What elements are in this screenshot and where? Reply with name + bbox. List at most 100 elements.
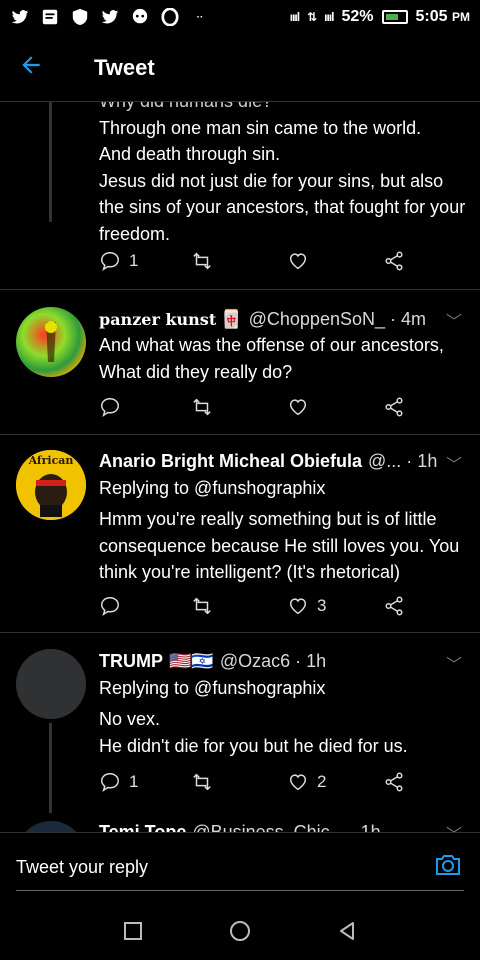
- square-icon: [124, 922, 143, 940]
- chevron-down-icon[interactable]: ﹀: [446, 651, 462, 675]
- avatar[interactable]: [16, 649, 86, 719]
- share-icon: [385, 397, 403, 417]
- circle-icon: [229, 921, 250, 941]
- reply-button[interactable]: [99, 595, 121, 617]
- reply-button[interactable]: [99, 396, 121, 418]
- reply-input[interactable]: Tweet your reply: [16, 857, 148, 878]
- chevron-down-icon[interactable]: ﹀: [446, 451, 462, 475]
- share-icon: [385, 772, 403, 792]
- retweet-icon: [193, 597, 211, 615]
- reply-button[interactable]: 1: [99, 250, 138, 272]
- reply-count: 1: [129, 772, 139, 791]
- retweet-button[interactable]: [191, 250, 213, 272]
- more-notifications-icon: ··: [196, 11, 204, 23]
- chevron-down-icon[interactable]: ﹀: [446, 308, 462, 332]
- status-bar: ·· ıııl ⇅ ıııl 52% 5:05 PM: [0, 0, 480, 34]
- thread-line: [49, 102, 52, 222]
- reply-input-underline: [16, 890, 464, 891]
- user-name[interactable]: Anario Bright Micheal Obiefula: [99, 451, 362, 472]
- heart-icon: [289, 399, 307, 416]
- tweet-actions: 3: [99, 593, 419, 619]
- tweet-text: And what was the offense of our ancestor…: [99, 335, 449, 382]
- camera-icon: [436, 855, 460, 875]
- share-button[interactable]: [383, 771, 405, 793]
- name-flags: 🇺🇸🇮🇱: [169, 650, 214, 671]
- tweet-item[interactable]: African Anario Bright Micheal Obiefula @…: [0, 435, 480, 633]
- retweet-icon: [193, 773, 211, 791]
- reply-icon: [101, 773, 119, 792]
- chevron-down-icon[interactable]: ﹀: [446, 821, 462, 832]
- retweet-button[interactable]: [191, 595, 213, 617]
- recents-button[interactable]: [119, 917, 147, 945]
- user-name[interactable]: Temi Tope: [99, 822, 186, 833]
- app-header: Tweet: [0, 34, 480, 102]
- signal-icon-2: ıııl: [324, 10, 334, 24]
- retweet-icon: [193, 398, 211, 416]
- name-emoji: 🀄: [220, 308, 243, 329]
- tweet-user-line: TRUMP 🇺🇸🇮🇱 @Ozac6 · 1h: [99, 648, 466, 674]
- twitter-notification-icon: [10, 8, 30, 26]
- avatar-text: African: [28, 454, 74, 467]
- clock: 5:05 PM: [415, 8, 470, 25]
- retweet-button[interactable]: [191, 396, 213, 418]
- heart-icon: [289, 774, 307, 791]
- retweet-button[interactable]: [191, 771, 213, 793]
- battery-percent: 52%: [341, 8, 374, 25]
- tweet-text: No vex. He didn't die for you but he die…: [99, 709, 408, 756]
- replying-to[interactable]: Replying to @funshographix: [99, 474, 466, 502]
- tweet-actions: 1 2: [99, 769, 419, 795]
- tweet-text-partial: Why did humans die?: [99, 102, 466, 115]
- tweet-text: Hmm you're really something but is of li…: [99, 509, 465, 582]
- avatar[interactable]: African: [16, 450, 86, 520]
- tweet-user-line: panzer kunst 🀄 @ChoppenSoN_ · 4m: [99, 306, 466, 332]
- page-title: Tweet: [94, 54, 155, 80]
- tweet-item[interactable]: TRUMP 🇺🇸🇮🇱 @Ozac6 · 1h Replying to @funs…: [0, 633, 480, 813]
- tweet-text: Through one man sin came to the world. A…: [99, 117, 466, 244]
- tweet-feed[interactable]: Why did humans die? Through one man sin …: [0, 102, 480, 832]
- like-button[interactable]: [287, 250, 309, 272]
- share-button[interactable]: [383, 396, 405, 418]
- retweet-icon: [193, 252, 211, 270]
- tweet-item[interactable]: Why did humans die? Through one man sin …: [0, 102, 480, 290]
- message-notification-icon: [40, 8, 60, 26]
- user-name[interactable]: panzer kunst: [99, 310, 216, 329]
- heart-icon: [289, 253, 307, 270]
- replying-to[interactable]: Replying to @funshographix: [99, 674, 466, 702]
- share-button[interactable]: [383, 250, 405, 272]
- share-button[interactable]: [383, 595, 405, 617]
- tweet-user-line: Anario Bright Micheal Obiefula @... · 1h: [99, 448, 466, 474]
- like-button[interactable]: 3: [287, 595, 326, 617]
- thread-line: [49, 723, 52, 813]
- twitter-notification-icon-2: [100, 8, 120, 26]
- tweet-item[interactable]: Temi Tope @Business_Chic... · 1h ﹀: [0, 813, 480, 832]
- user-handle: @Ozac6 · 1h: [219, 650, 327, 671]
- data-transfer-icon: ⇅: [307, 10, 317, 24]
- like-count: 2: [317, 772, 327, 791]
- heart-icon: [289, 598, 307, 615]
- back-nav-button[interactable]: [333, 917, 361, 945]
- reply-icon: [101, 597, 119, 616]
- avatar[interactable]: [16, 307, 86, 377]
- back-button[interactable]: [18, 52, 54, 83]
- user-handle: @Business_Chic... · 1h: [192, 821, 381, 833]
- home-button[interactable]: [226, 917, 254, 945]
- system-nav-bar: [0, 902, 480, 960]
- avatar[interactable]: [16, 821, 86, 832]
- tweet-actions: [99, 394, 419, 420]
- share-icon: [385, 596, 403, 616]
- camera-button[interactable]: [434, 853, 462, 877]
- notification-icons: ··: [10, 8, 210, 26]
- like-button[interactable]: [287, 396, 309, 418]
- like-count: 3: [317, 596, 327, 615]
- shield-notification-icon: [70, 8, 90, 26]
- user-handle: @ChoppenSoN_ · 4m: [248, 308, 426, 329]
- tweet-user-line: Temi Tope @Business_Chic... · 1h: [99, 819, 466, 833]
- tweet-item[interactable]: panzer kunst 🀄 @ChoppenSoN_ · 4m And wha…: [0, 290, 480, 435]
- user-name[interactable]: TRUMP: [99, 651, 163, 672]
- reply-button[interactable]: 1: [99, 771, 138, 793]
- user-handle: @... · 1h: [368, 450, 438, 471]
- reply-count: 1: [129, 251, 139, 270]
- opera-notification-icon: [160, 8, 180, 26]
- triangle-back-icon: [339, 922, 354, 940]
- like-button[interactable]: 2: [287, 771, 326, 793]
